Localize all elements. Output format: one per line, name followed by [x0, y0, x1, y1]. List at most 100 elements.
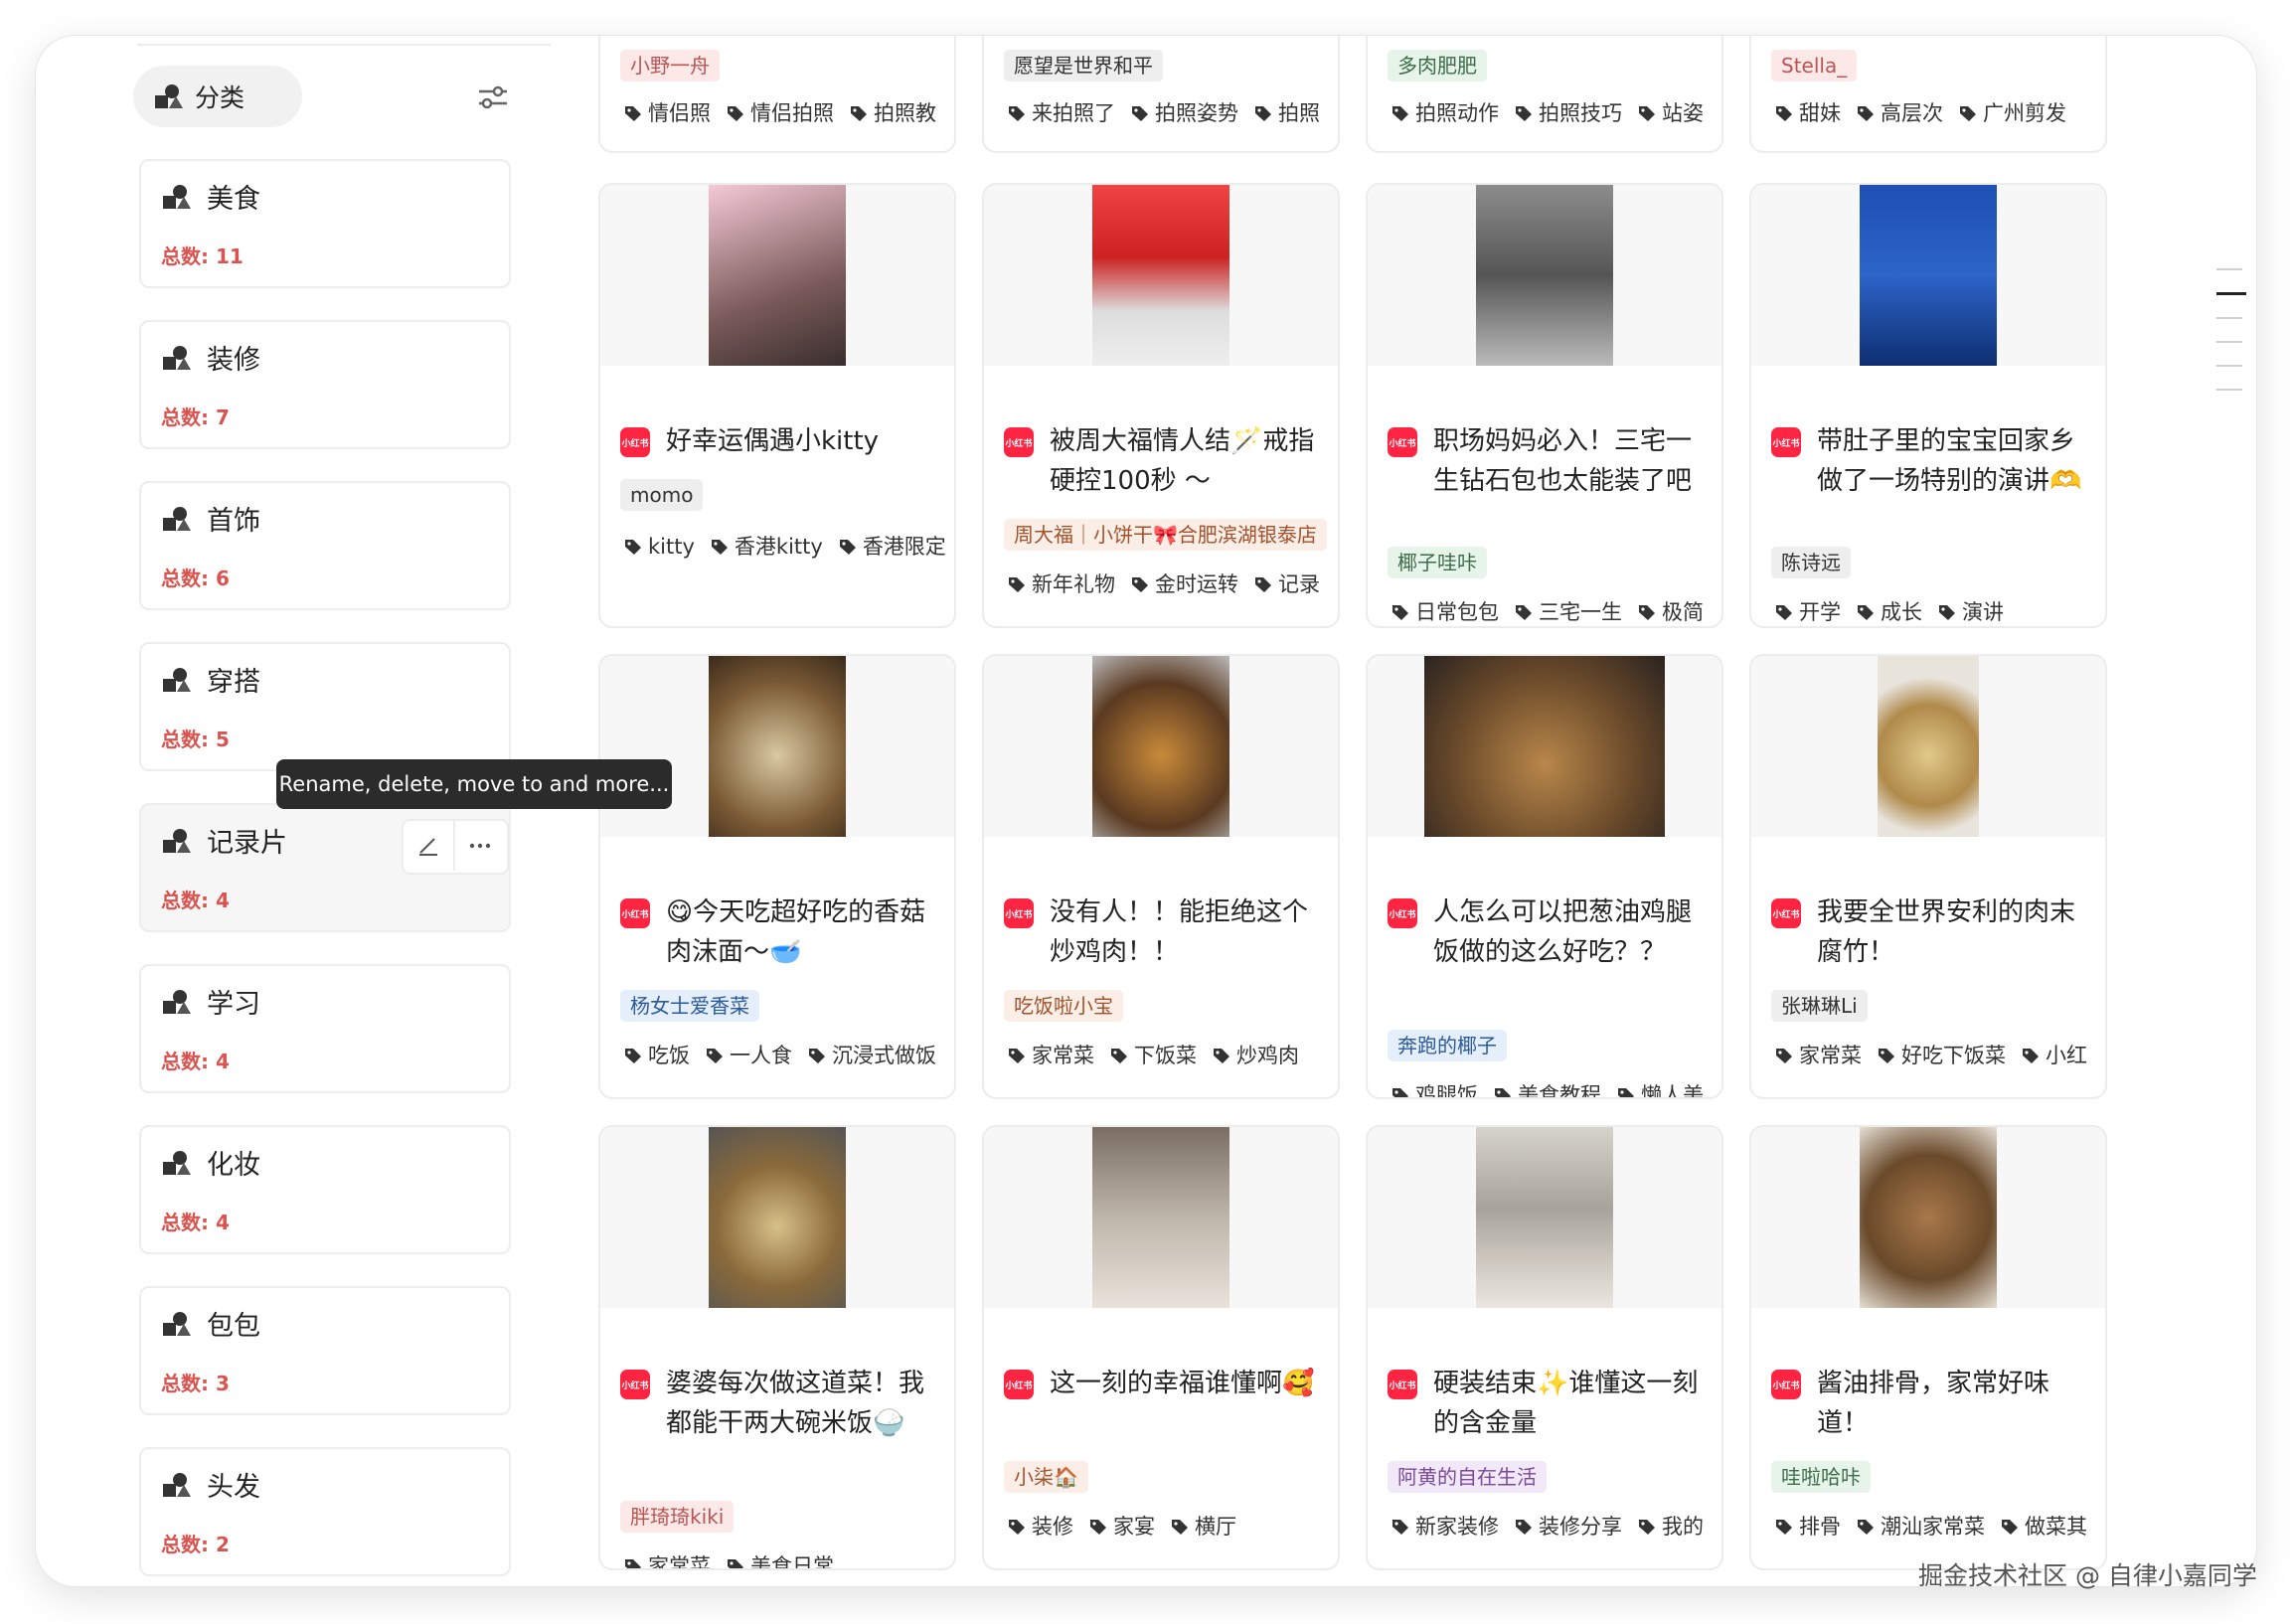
tag[interactable]: 来拍照了: [1008, 97, 1115, 129]
tag[interactable]: kitty: [624, 531, 695, 563]
tag[interactable]: 拍照动作: [1392, 97, 1499, 129]
author-chip[interactable]: 阿黄的自在生活: [1388, 1461, 1547, 1493]
scroll-tick[interactable]: [2216, 317, 2242, 319]
tag[interactable]: 一人食: [706, 1040, 792, 1071]
author-chip[interactable]: 陈诗远: [1771, 547, 1851, 578]
post-title[interactable]: 这一刻的幸福谁懂啊🥰: [1050, 1364, 1330, 1403]
post-card[interactable]: 小红书 我要全世界安利的肉末腐竹！ 张琳琳Li 家常菜 好吃下饭菜 小红: [1749, 654, 2107, 1099]
author-chip[interactable]: 周大福｜小饼干🎀合肥滨湖银泰店: [1004, 519, 1327, 551]
tag[interactable]: 日常包包: [1392, 596, 1499, 626]
post-title[interactable]: 职场妈妈必入！三宅一生钻石包也太能装了吧: [1433, 421, 1714, 501]
post-title[interactable]: 没有人！！能拒绝这个炒鸡肉！！: [1050, 893, 1330, 972]
tag[interactable]: 广州剪发: [1959, 97, 2066, 129]
post-thumbnail[interactable]: [600, 656, 954, 837]
post-card[interactable]: 小红书 这一刻的幸福谁懂啊🥰 小柒🏠 装修 家宴 横厅: [982, 1125, 1340, 1570]
post-card[interactable]: 多肉肥肥 拍照动作 拍照技巧 站姿: [1366, 36, 1723, 153]
post-thumbnail[interactable]: [1368, 185, 1721, 366]
tag[interactable]: 新年礼物: [1008, 568, 1115, 600]
tag[interactable]: 家常菜: [1008, 1040, 1094, 1071]
post-thumbnail[interactable]: [600, 1127, 954, 1308]
author-chip[interactable]: 张琳琳Li: [1771, 990, 1868, 1022]
scroll-tick-active[interactable]: [2216, 292, 2246, 295]
tag[interactable]: 排骨: [1775, 1511, 1841, 1543]
post-card[interactable]: 小红书 好幸运偶遇小kitty momo kitty 香港kitty 香港限定: [598, 183, 956, 628]
tag[interactable]: 开学: [1775, 596, 1841, 626]
post-thumbnail[interactable]: [1368, 656, 1721, 837]
tag[interactable]: 家宴: [1089, 1511, 1155, 1543]
author-chip[interactable]: Stella_: [1771, 50, 1858, 81]
author-chip[interactable]: 杨女士爱香菜: [620, 990, 759, 1022]
post-card[interactable]: 愿望是世界和平 来拍照了 拍照姿势 拍照: [982, 36, 1340, 153]
post-title[interactable]: 婆婆每次做这道菜！我都能干两大碗米饭🍚: [666, 1364, 946, 1443]
post-card[interactable]: 小红书 酱油排骨，家常好味道！ 哇啦哈咔 排骨 潮汕家常菜 做菜其: [1749, 1125, 2107, 1570]
tag[interactable]: 美食教程: [1494, 1079, 1601, 1097]
author-chip[interactable]: 奔跑的椰子: [1388, 1030, 1507, 1061]
post-card[interactable]: 小红书 硬装结束✨谁懂这一刻的含金量 阿黄的自在生活 新家装修 装修分享 我的: [1366, 1125, 1723, 1570]
scroll-tick[interactable]: [2216, 268, 2242, 270]
tag[interactable]: 拍照技巧: [1515, 97, 1622, 129]
tag[interactable]: 站姿: [1638, 97, 1704, 129]
post-thumbnail[interactable]: [1751, 185, 2105, 366]
tag[interactable]: 好吃下饭菜: [1878, 1040, 2006, 1071]
scroll-tick[interactable]: [2216, 389, 2242, 391]
tag[interactable]: 高层次: [1857, 97, 1943, 129]
post-thumbnail[interactable]: [1751, 1127, 2105, 1308]
tag[interactable]: 香港限定: [839, 531, 946, 563]
author-chip[interactable]: 小柒🏠: [1004, 1461, 1088, 1493]
tag[interactable]: 情侣照: [624, 97, 711, 129]
post-card[interactable]: 小红书 人怎么可以把葱油鸡腿饭做的这么好吃？？ 奔跑的椰子 鸡腿饭 美食教程 懒人美: [1366, 654, 1723, 1099]
post-thumbnail[interactable]: [1368, 1127, 1721, 1308]
tag[interactable]: 金时运转: [1131, 568, 1238, 600]
author-chip[interactable]: 哇啦哈咔: [1771, 1461, 1871, 1493]
tag[interactable]: 潮汕家常菜: [1857, 1511, 1985, 1543]
post-card[interactable]: 小红书 带肚子里的宝宝回家乡做了一场特别的演讲🫶 陈诗远 开学 成长 演讲: [1749, 183, 2107, 628]
post-thumbnail[interactable]: [984, 1127, 1338, 1308]
author-chip[interactable]: momo: [620, 479, 704, 511]
post-card[interactable]: Stella_ 甜妹 高层次 广州剪发: [1749, 36, 2107, 153]
post-card[interactable]: 小野一舟 情侣照 情侣拍照 拍照教: [598, 36, 956, 153]
scroll-tick[interactable]: [2216, 365, 2242, 367]
post-thumbnail[interactable]: [984, 656, 1338, 837]
post-thumbnail[interactable]: [1751, 656, 2105, 837]
post-thumbnail[interactable]: [600, 185, 954, 366]
tag[interactable]: 家常菜: [1775, 1040, 1862, 1071]
author-chip[interactable]: 小野一舟: [620, 50, 720, 81]
tag[interactable]: 做菜其: [2001, 1511, 2087, 1543]
tag[interactable]: 沉浸式做饭: [808, 1040, 936, 1071]
tag[interactable]: 香港kitty: [711, 531, 823, 563]
tag[interactable]: 小红: [2022, 1040, 2087, 1071]
post-card[interactable]: 小红书 职场妈妈必入！三宅一生钻石包也太能装了吧 椰子哇咔 日常包包 三宅一生 极简: [1366, 183, 1723, 628]
tag[interactable]: 装修分享: [1515, 1511, 1622, 1543]
tag[interactable]: 装修: [1008, 1511, 1073, 1543]
scroll-indicator[interactable]: [2216, 268, 2246, 412]
post-title[interactable]: 酱油排骨，家常好味道！: [1817, 1364, 2097, 1443]
scroll-tick[interactable]: [2216, 341, 2242, 343]
tag[interactable]: 拍照教: [850, 97, 936, 129]
post-title[interactable]: 好幸运偶遇小kitty: [666, 421, 946, 461]
post-card[interactable]: 小红书 😋今天吃超好吃的香菇肉沫面～🥣 杨女士爱香菜 吃饭 一人食 沉浸式做饭: [598, 654, 956, 1099]
tag[interactable]: 拍照姿势: [1131, 97, 1238, 129]
post-card[interactable]: 小红书 婆婆每次做这道菜！我都能干两大碗米饭🍚 胖琦琦kiki 家常菜 美食日常: [598, 1125, 956, 1570]
post-title[interactable]: 人怎么可以把葱油鸡腿饭做的这么好吃？？: [1433, 893, 1714, 972]
author-chip[interactable]: 多肉肥肥: [1388, 50, 1487, 81]
post-title[interactable]: 我要全世界安利的肉末腐竹！: [1817, 893, 2097, 972]
author-chip[interactable]: 胖琦琦kiki: [620, 1501, 735, 1533]
tag[interactable]: 新家装修: [1392, 1511, 1499, 1543]
tag[interactable]: 我的: [1638, 1511, 1704, 1543]
tag[interactable]: 演讲: [1938, 596, 2004, 626]
author-chip[interactable]: 吃饭啦小宝: [1004, 990, 1123, 1022]
tag[interactable]: 炒鸡肉: [1213, 1040, 1299, 1071]
tag[interactable]: 情侣拍照: [727, 97, 834, 129]
post-thumbnail[interactable]: [984, 185, 1338, 366]
author-chip[interactable]: 椰子哇咔: [1388, 547, 1487, 578]
author-chip[interactable]: 愿望是世界和平: [1004, 50, 1163, 81]
tag[interactable]: 记录: [1254, 568, 1320, 600]
tag[interactable]: 家常菜: [624, 1550, 711, 1568]
tag[interactable]: 鸡腿饭: [1392, 1079, 1478, 1097]
tag[interactable]: 懒人美: [1617, 1079, 1704, 1097]
tag[interactable]: 吃饭: [624, 1040, 690, 1071]
post-title[interactable]: 😋今天吃超好吃的香菇肉沫面～🥣: [666, 893, 946, 972]
tag[interactable]: 三宅一生: [1515, 596, 1622, 626]
post-title[interactable]: 硬装结束✨谁懂这一刻的含金量: [1433, 1364, 1714, 1443]
post-title[interactable]: 被周大福情人结🪄戒指硬控100秒 ～: [1050, 421, 1330, 501]
